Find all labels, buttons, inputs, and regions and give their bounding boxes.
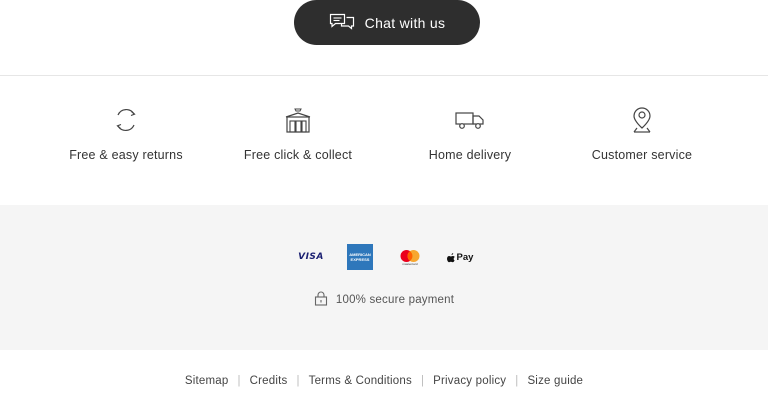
payment-methods-section: VISA AMERICAN EXPRESS mastercard Pay 100… [0,205,768,350]
apple-pay-icon: Pay [446,244,474,270]
link-separator: | [237,375,241,387]
service-home-delivery[interactable]: Home delivery [384,104,556,162]
secure-payment-label: 100% secure payment [335,294,455,306]
footer-link-terms[interactable]: Terms & Conditions [309,375,412,387]
returns-cycle-icon [40,104,212,136]
chat-section: Chat with us [0,0,768,75]
service-label: Customer service [591,148,693,162]
chat-with-us-button[interactable]: Chat with us [294,0,480,45]
footer-link-credits[interactable]: Credits [250,375,288,387]
footer-link-sitemap[interactable]: Sitemap [185,375,229,387]
service-label: Free click & collect [243,148,353,162]
service-free-returns[interactable]: Free & easy returns [40,104,212,162]
chat-bubbles-icon [329,12,355,33]
service-click-collect[interactable]: Free click & collect [212,104,384,162]
location-pin-icon [556,104,728,136]
footer-links: Sitemap | Credits | Terms & Conditions |… [0,375,768,387]
visa-icon: VISA [298,252,324,262]
store-icon [212,104,384,136]
link-separator: | [515,375,519,387]
mastercard-icon: mastercard [398,244,422,270]
lock-icon [314,291,328,309]
footer-link-privacy[interactable]: Privacy policy [433,375,506,387]
secure-payment-note: 100% secure payment [0,291,768,309]
american-express-icon: AMERICAN EXPRESS [347,244,373,270]
service-label: Home delivery [428,148,512,162]
service-label: Free & easy returns [69,148,183,162]
link-separator: | [296,375,300,387]
payment-cards: VISA AMERICAN EXPRESS mastercard Pay [0,244,768,270]
service-customer-service[interactable]: Customer service [556,104,728,162]
service-features: Free & easy returns Free click & collect [0,76,768,204]
link-separator: | [420,375,425,387]
chat-button-label: Chat with us [364,14,446,31]
delivery-truck-icon [384,104,556,136]
footer-link-size-guide[interactable]: Size guide [527,375,583,387]
